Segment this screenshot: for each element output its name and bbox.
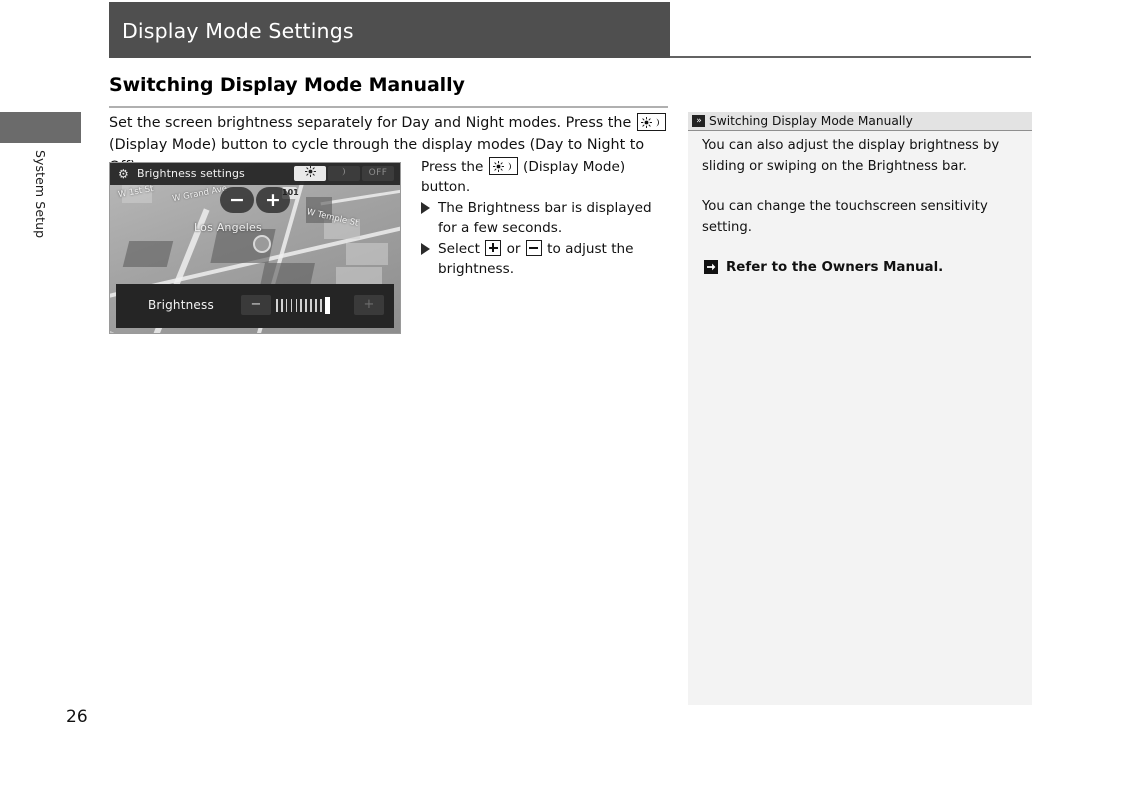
- brightness-tick: [319, 298, 322, 312]
- map-road: [320, 183, 400, 206]
- side-note-title: Switching Display Mode Manually: [709, 114, 913, 128]
- double-chevron-icon: »: [692, 115, 705, 127]
- step-select-adjust: Select or to adjust the brightness.: [421, 239, 671, 279]
- brightness-bar-label: Brightness: [148, 298, 214, 312]
- step-result-brightness-bar: The Brightness bar is displayed for a fe…: [421, 198, 671, 238]
- page-title: Display Mode Settings: [122, 19, 354, 43]
- side-note-panel: » Switching Display Mode Manually You ca…: [688, 112, 1032, 705]
- brightness-slider-thumb[interactable]: [324, 296, 330, 314]
- map-zoom-in-button[interactable]: +: [256, 187, 290, 213]
- navigation-screenshot: W 1st St W Grand Ave W Temple St 101 ⚙ B…: [109, 162, 401, 334]
- map-building: [346, 243, 388, 265]
- brightness-tick: [295, 298, 298, 312]
- map-city-label: Los Angeles: [194, 221, 262, 234]
- minus-icon: [525, 240, 542, 256]
- section-thumb-tab-label: System Setup: [33, 150, 48, 239]
- step-text-before: Press the: [421, 159, 488, 175]
- step-result-text: The Brightness bar is displayed for a fe…: [438, 200, 652, 236]
- nav-top-bar: ⚙ Brightness settings OFF: [110, 163, 400, 185]
- side-note-paragraph-2: You can change the touchscreen sensitivi…: [702, 199, 988, 235]
- night-mode-button[interactable]: [328, 166, 360, 181]
- display-mode-button-group[interactable]: OFF: [294, 165, 394, 181]
- brightness-tick: [300, 298, 303, 312]
- brightness-tick: [285, 298, 288, 312]
- side-note-paragraph-1: You can also adjust the display brightne…: [702, 138, 1000, 174]
- header-rule-divider: [670, 56, 1031, 58]
- brightness-tick: [305, 298, 307, 312]
- nav-screen-title: Brightness settings: [137, 167, 245, 180]
- section-heading-divider: [109, 106, 668, 108]
- step-select-text-2: or: [502, 241, 525, 257]
- page-number: 26: [66, 707, 88, 727]
- step-press-button: Press the (Display Mode) button.: [421, 157, 671, 197]
- triangle-bullet-icon: [421, 243, 430, 255]
- section-heading: Switching Display Mode Manually: [109, 74, 465, 96]
- off-mode-button[interactable]: OFF: [362, 166, 394, 181]
- brightness-decrease-button[interactable]: −: [241, 295, 271, 315]
- intro-text-before: Set the screen brightness separately for…: [109, 115, 636, 131]
- map-zoom-out-button[interactable]: −: [220, 187, 254, 213]
- triangle-bullet-icon: [421, 202, 430, 214]
- brightness-increase-button[interactable]: +: [354, 295, 384, 315]
- gear-icon[interactable]: ⚙: [118, 168, 130, 180]
- arrow-right-box-icon: [704, 260, 718, 274]
- section-thumb-tab: [0, 112, 81, 143]
- brightness-tick: [290, 298, 293, 312]
- step-select-text-1: Select: [438, 241, 485, 257]
- page-header-bar: Display Mode Settings: [109, 2, 670, 58]
- side-note-reference-text: Refer to the Owners Manual.: [726, 260, 944, 275]
- day-mode-button[interactable]: [294, 165, 326, 181]
- display-mode-icon: [488, 157, 518, 175]
- current-position-marker: [253, 235, 271, 253]
- map-building: [122, 241, 174, 267]
- side-note-body: You can also adjust the display brightne…: [702, 136, 1020, 279]
- display-mode-icon: [636, 113, 666, 131]
- instruction-steps: Press the (Display Mode) button. The Bri…: [421, 157, 671, 279]
- brightness-tick: [310, 298, 312, 312]
- brightness-bar-overlay: Brightness − +: [116, 284, 394, 328]
- brightness-slider-track[interactable]: [276, 296, 350, 314]
- brightness-tick: [280, 298, 283, 312]
- brightness-tick: [315, 298, 317, 312]
- brightness-tick: [276, 298, 278, 312]
- plus-icon: [485, 240, 502, 256]
- side-note-reference: Refer to the Owners Manual.: [702, 258, 1020, 279]
- side-note-header: » Switching Display Mode Manually: [688, 112, 1032, 131]
- map-building: [336, 267, 382, 285]
